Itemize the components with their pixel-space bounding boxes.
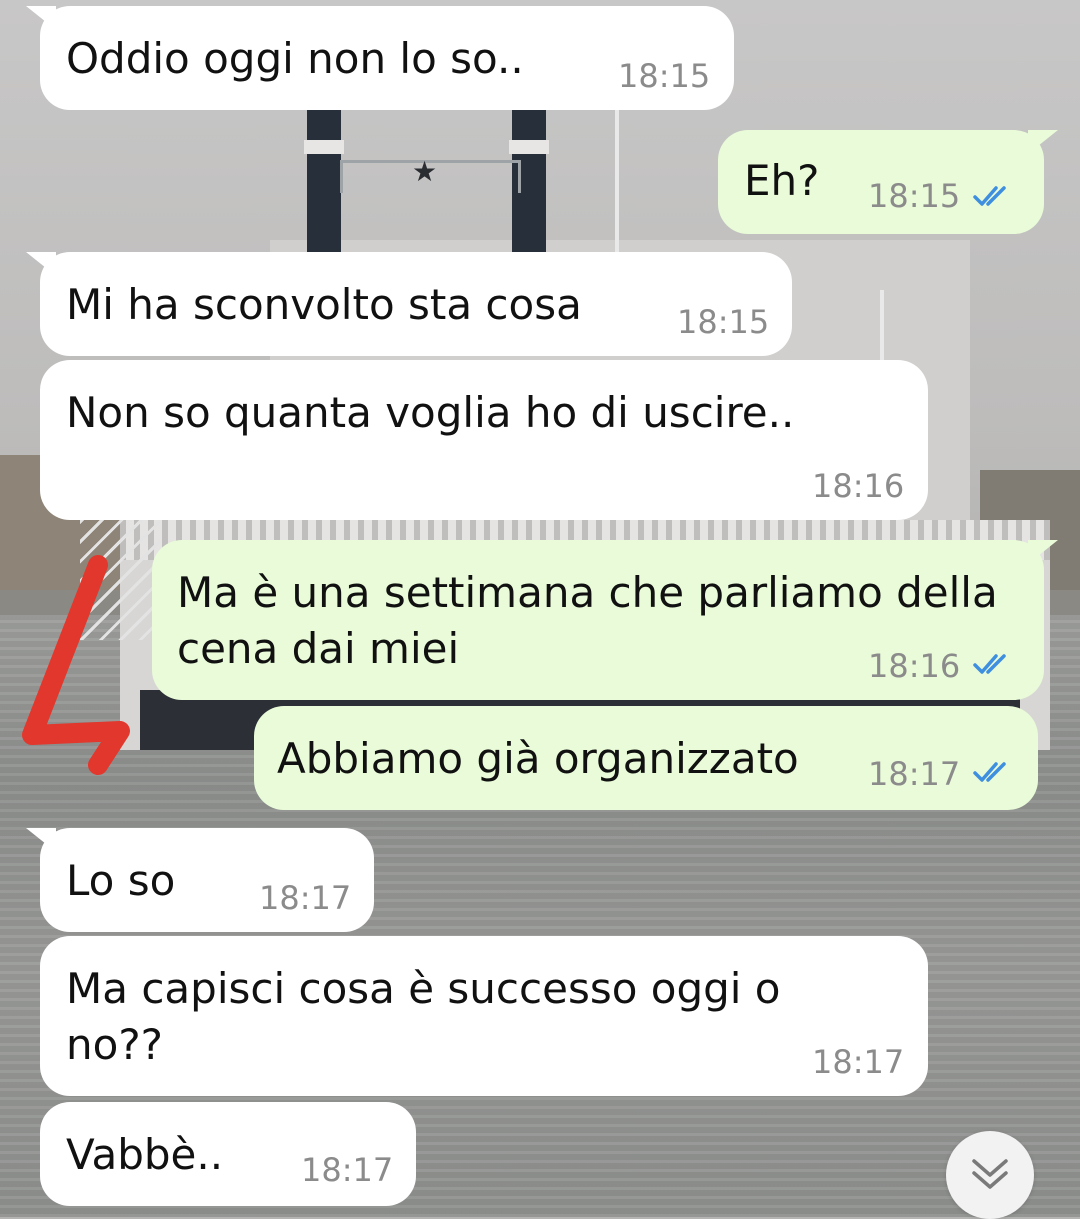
message-text-line: cena dai miei <box>177 624 460 673</box>
incoming-message-bubble[interactable]: Lo so 18:17 <box>26 828 374 932</box>
message-text: Eh? <box>744 156 820 205</box>
wallpaper-stack-band <box>304 140 344 154</box>
wallpaper-stack-band <box>509 140 549 154</box>
message-text: Lo so <box>66 856 176 905</box>
double-check-icon <box>973 654 1006 674</box>
incoming-message-bubble[interactable]: Vabbè.. 18:17 <box>40 1102 416 1206</box>
wallpaper-smokestack <box>307 110 341 270</box>
message-timestamp: 18:17 <box>868 755 961 793</box>
outgoing-message-bubble[interactable]: Eh? 18:15 <box>718 130 1058 234</box>
incoming-message-bubble[interactable]: Mi ha sconvolto sta cosa 18:15 <box>26 252 792 356</box>
red-handwritten-mark <box>22 555 130 775</box>
wallpaper-star-icon: ★ <box>412 155 438 188</box>
scroll-to-bottom-button[interactable] <box>946 1131 1034 1219</box>
message-timestamp: 18:16 <box>812 467 905 505</box>
message-timestamp: 18:15 <box>618 57 711 95</box>
wallpaper-mast <box>615 110 619 270</box>
double-check-icon <box>973 186 1006 206</box>
message-text: Abbiamo già organizzato <box>277 734 799 783</box>
message-timestamp: 18:17 <box>812 1043 905 1081</box>
outgoing-message-bubble[interactable]: Ma è una settimana che parliamo della ce… <box>152 540 1058 700</box>
wallpaper-mast <box>880 290 884 360</box>
message-text: Non so quanta voglia ho di uscire.. <box>66 388 795 437</box>
message-text-line: no?? <box>66 1020 163 1069</box>
message-text: Oddio oggi non lo so.. <box>66 34 524 83</box>
message-text-line: Ma è una settimana che parliamo della <box>177 568 998 617</box>
message-timestamp: 18:17 <box>259 879 352 917</box>
chevron-double-down-icon <box>972 1159 1008 1189</box>
message-text: Vabbè.. <box>66 1130 224 1179</box>
incoming-message-bubble[interactable]: Ma capisci cosa è successo oggi o no?? 1… <box>40 936 928 1096</box>
message-timestamp: 18:15 <box>677 303 770 341</box>
message-text: Mi ha sconvolto sta cosa <box>66 280 582 329</box>
outgoing-message-bubble[interactable]: Abbiamo già organizzato 18:17 <box>254 706 1038 810</box>
message-text-line: Ma capisci cosa è successo oggi o <box>66 964 781 1013</box>
double-check-icon <box>973 762 1006 782</box>
message-timestamp: 18:16 <box>868 647 961 685</box>
incoming-message-bubble[interactable]: Oddio oggi non lo so.. 18:15 <box>26 6 734 110</box>
message-timestamp: 18:15 <box>868 177 961 215</box>
message-timestamp: 18:17 <box>301 1151 394 1189</box>
incoming-message-bubble[interactable]: Non so quanta voglia ho di uscire.. 18:1… <box>40 360 928 520</box>
